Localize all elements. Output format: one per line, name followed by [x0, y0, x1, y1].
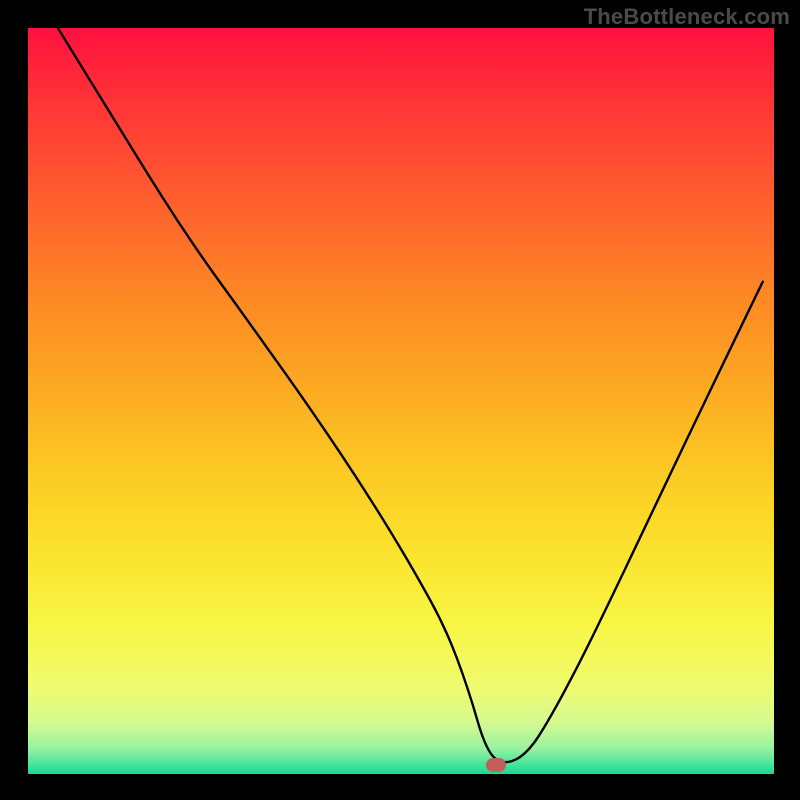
- chart-container: TheBottleneck.com: [0, 0, 800, 800]
- optimal-point-marker: [486, 758, 506, 772]
- plot-area: [28, 28, 774, 774]
- gradient-background: [28, 28, 774, 774]
- plot-svg: [28, 28, 774, 774]
- watermark-text: TheBottleneck.com: [584, 4, 790, 30]
